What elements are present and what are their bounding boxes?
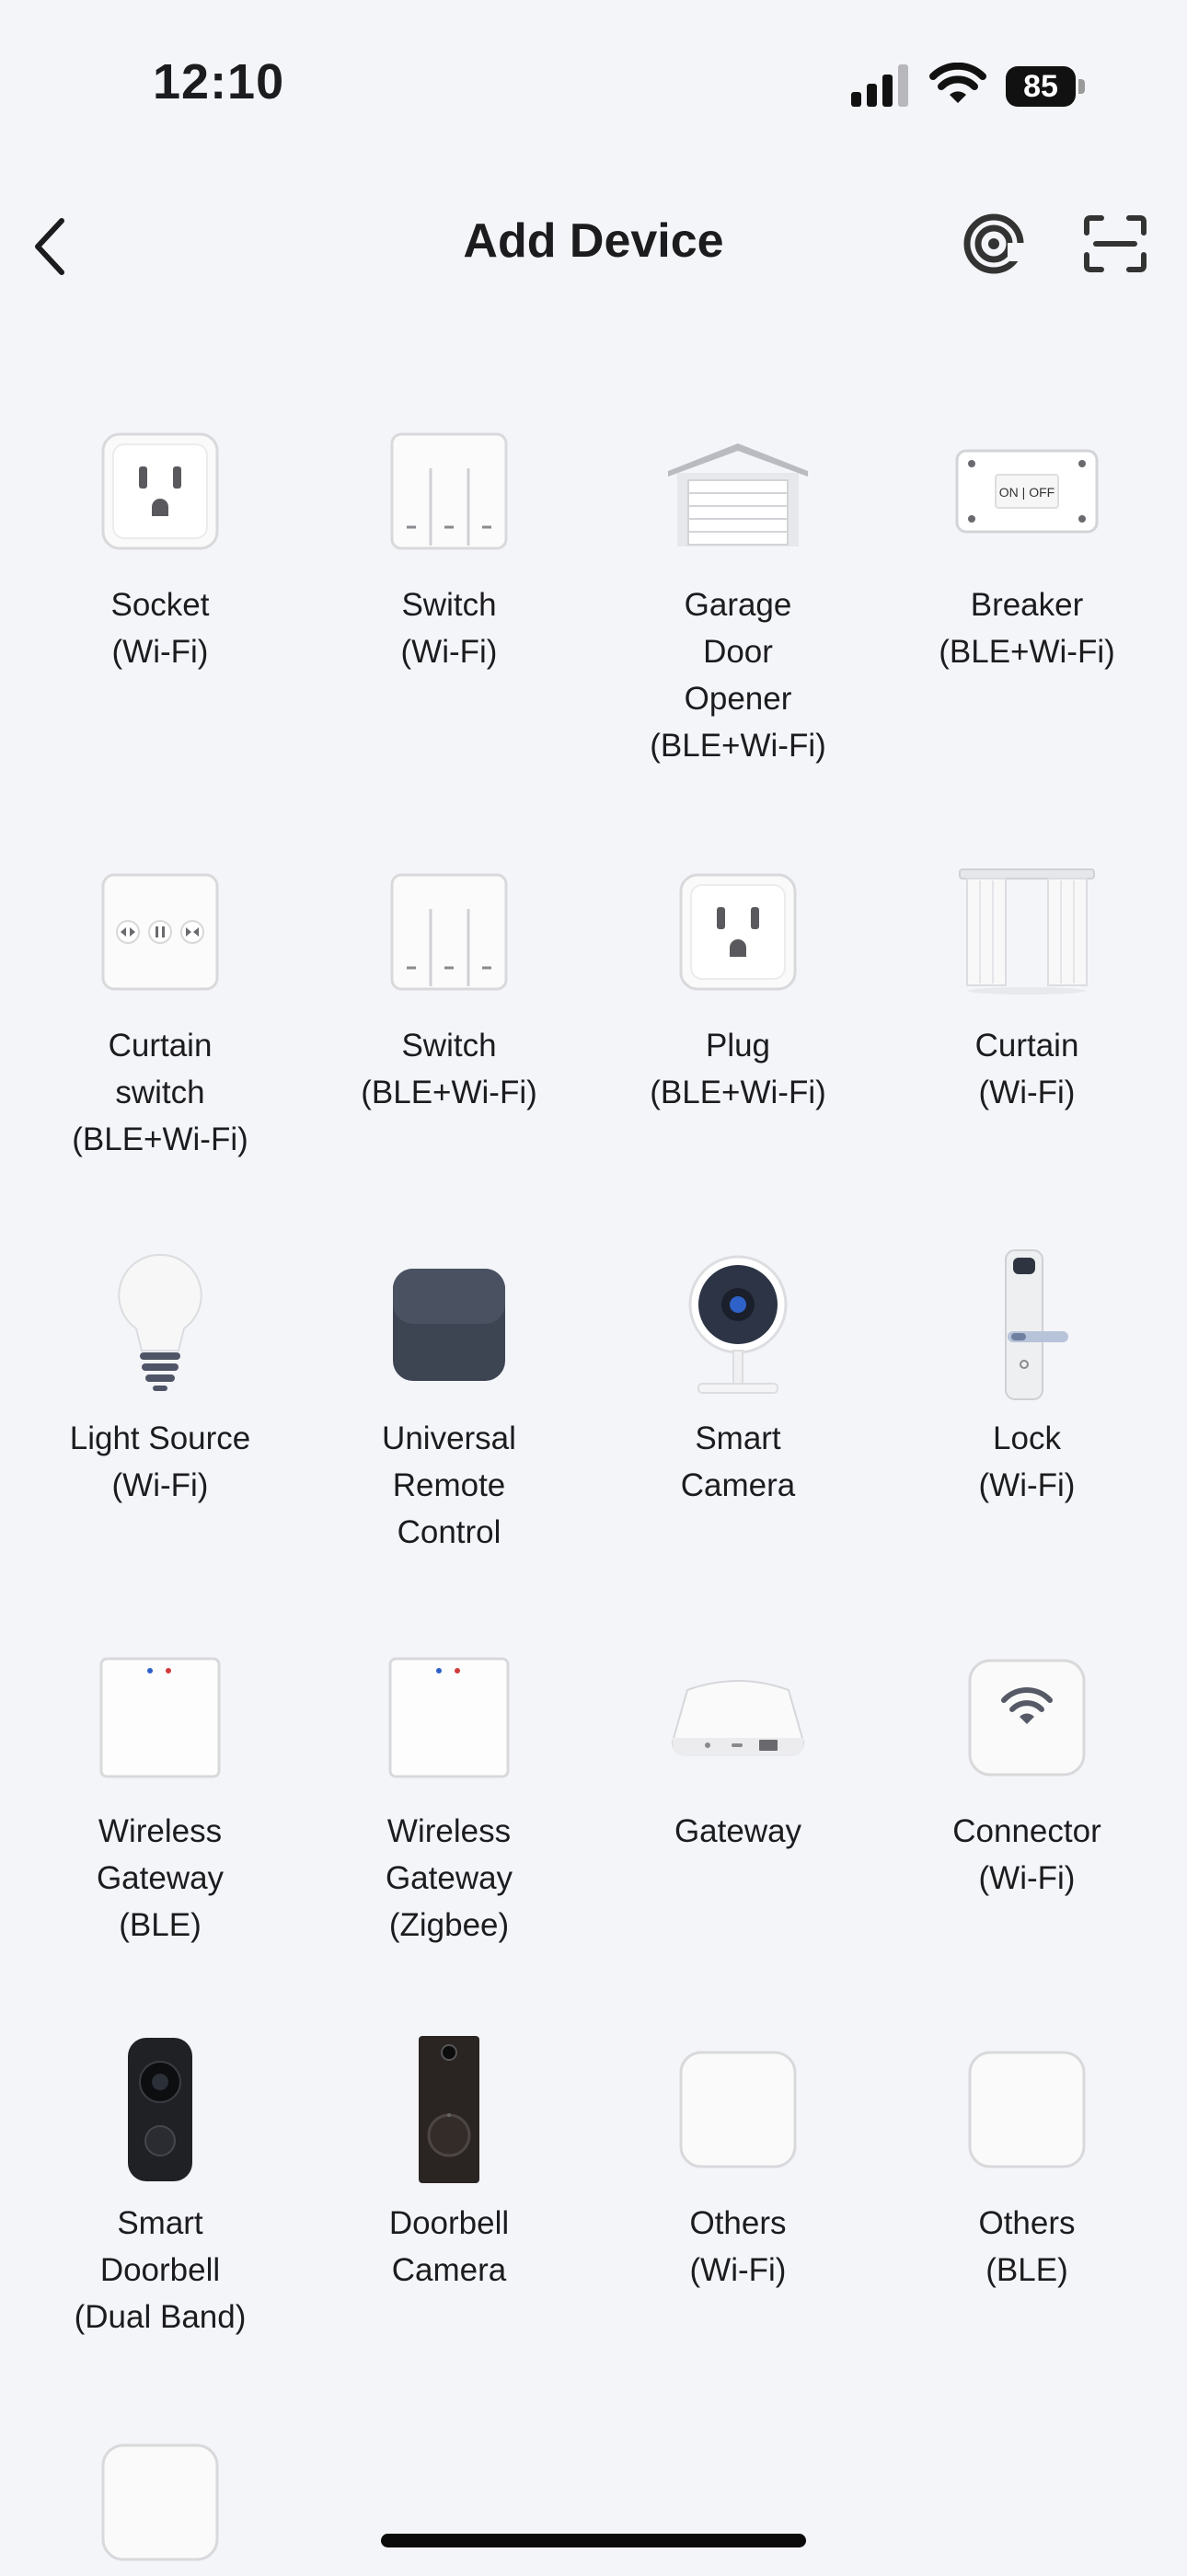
device-label: Breaker (BLE+Wi-Fi) (939, 587, 1115, 670)
switch-icon (390, 873, 508, 991)
breaker-icon: ON | OFF (955, 449, 1099, 534)
device-others-ble[interactable]: Others (BLE) (882, 2036, 1171, 2294)
device-wireless-gateway-zigbee[interactable]: Wireless Gateway (Zigbee) (305, 1644, 594, 1949)
breaker-switch-text: ON | OFF (999, 485, 1054, 500)
wireless-gateway-icon (99, 1657, 221, 1778)
device-label: Wireless Gateway (BLE) (96, 1813, 225, 1943)
device-curtain[interactable]: Curtain (Wi-Fi) (882, 858, 1171, 1116)
device-label: Wireless Gateway (Zigbee) (385, 1813, 513, 1943)
camera-icon (688, 1255, 788, 1394)
device-label: Connector (Wi-Fi) (952, 1813, 1101, 1896)
curtain-switch-icon (101, 873, 219, 991)
auto-scan-button[interactable] (957, 207, 1031, 281)
battery-indicator: 85 (1006, 66, 1085, 107)
generic-device-icon (101, 2444, 219, 2561)
scan-qr-button[interactable] (1078, 207, 1152, 281)
device-label: Curtain (Wi-Fi) (974, 1028, 1079, 1110)
device-label: Smart Camera (680, 1420, 796, 1503)
device-label: Switch (Wi-Fi) (400, 587, 498, 670)
device-doorbell-camera[interactable]: Doorbell Camera (305, 2036, 594, 2294)
device-label: Lock (Wi-Fi) (978, 1420, 1076, 1503)
wifi-icon (929, 63, 986, 103)
remote-control-icon (393, 1269, 505, 1381)
device-lock[interactable]: Lock (Wi-Fi) (882, 1249, 1171, 1509)
device-switch-wifi[interactable]: Switch (Wi-Fi) (305, 418, 594, 675)
device-wireless-gateway-ble[interactable]: Wireless Gateway (BLE) (16, 1644, 305, 1949)
cellular-signal-icon (851, 64, 908, 107)
lock-icon (1005, 1249, 1068, 1400)
wireless-gateway-icon (388, 1657, 510, 1778)
device-label: Others (Wi-Fi) (689, 2205, 787, 2288)
device-label: Others (BLE) (978, 2205, 1076, 2288)
device-universal-remote[interactable]: Universal Remote Control (305, 1251, 594, 1556)
device-label: Garage Door Opener (BLE+Wi-Fi) (650, 587, 826, 764)
device-light-source[interactable]: Light Source (Wi-Fi) (16, 1251, 305, 1509)
device-smart-doorbell[interactable]: Smart Doorbell (Dual Band) (16, 2036, 305, 2340)
device-smart-camera[interactable]: Smart Camera (594, 1251, 882, 1509)
device-label: Curtain switch (BLE+Wi-Fi) (72, 1028, 248, 1157)
garage-door-icon (668, 443, 808, 546)
gateway-icon (671, 1680, 805, 1756)
device-label: Smart Doorbell (Dual Band) (74, 2205, 247, 2335)
device-plug[interactable]: Plug (BLE+Wi-Fi) (594, 858, 882, 1116)
device-breaker[interactable]: ON | OFF Breaker (BLE+Wi-Fi) (882, 418, 1171, 675)
curtain-icon (959, 868, 1095, 995)
device-label: Doorbell Camera (388, 2205, 510, 2288)
device-label: Plug (BLE+Wi-Fi) (650, 1028, 826, 1110)
light-bulb-icon (118, 1253, 202, 1391)
device-curtain-switch[interactable]: Curtain switch (BLE+Wi-Fi) (16, 858, 305, 1163)
generic-device-icon (679, 2051, 797, 2168)
device-partial[interactable] (16, 2429, 305, 2576)
status-time: 12:10 (153, 54, 285, 109)
device-others-wifi[interactable]: Others (Wi-Fi) (594, 2036, 882, 2294)
device-socket-wifi[interactable]: Socket (Wi-Fi) (16, 418, 305, 675)
battery-level: 85 (1006, 66, 1076, 107)
device-label: Light Source (Wi-Fi) (69, 1420, 251, 1503)
doorbell-camera-icon (419, 2036, 479, 2183)
scan-frame-icon (1084, 215, 1147, 272)
device-connector[interactable]: Connector (Wi-Fi) (882, 1644, 1171, 1902)
device-label: Universal Remote Control (382, 1420, 516, 1550)
device-switch-ble-wifi[interactable]: Switch (BLE+Wi-Fi) (305, 858, 594, 1116)
device-label: Socket (Wi-Fi) (110, 587, 210, 670)
device-gateway[interactable]: Gateway (594, 1644, 882, 1855)
generic-device-icon (968, 2051, 1086, 2168)
connector-icon (968, 1659, 1086, 1777)
plug-icon (679, 873, 797, 991)
smart-doorbell-icon (128, 2038, 192, 2181)
device-label: Switch (BLE+Wi-Fi) (361, 1028, 537, 1110)
socket-icon (101, 432, 219, 550)
switch-icon (390, 432, 508, 550)
home-indicator[interactable] (381, 2534, 806, 2547)
radar-scan-icon (963, 213, 1026, 274)
device-label: Gateway (674, 1813, 802, 1849)
device-garage-door-opener[interactable]: Garage Door Opener (BLE+Wi-Fi) (594, 418, 882, 769)
